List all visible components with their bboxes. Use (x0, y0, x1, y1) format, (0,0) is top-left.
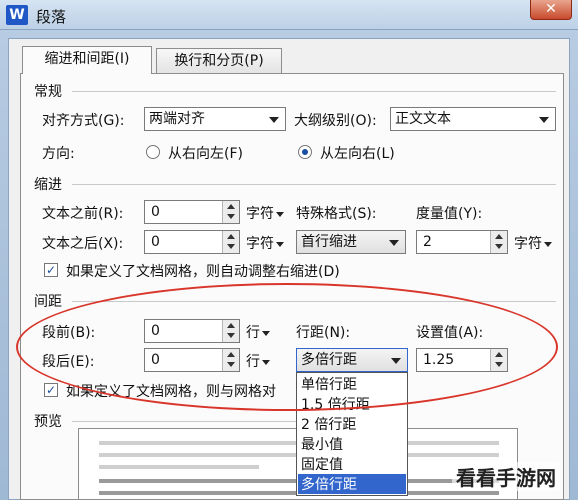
indent-before-value: 0 (151, 204, 160, 220)
spacing-after-value: 0 (151, 352, 160, 368)
spacing-grid-checkbox[interactable]: ✓ (44, 383, 58, 397)
wps-writer-icon: W (6, 5, 28, 25)
spin-down-icon (495, 362, 503, 367)
measure-unit-text: 字符 (514, 236, 542, 252)
caret-down-icon (276, 241, 284, 247)
section-preview-title: 预览 (34, 414, 62, 430)
section-indent-title: 缩进 (34, 177, 62, 193)
spin-up-icon (227, 323, 235, 328)
divider (72, 184, 556, 185)
caret-down-icon (262, 359, 270, 365)
spacing-before-unit[interactable]: 行 (246, 322, 270, 342)
spin-buttons[interactable] (222, 231, 239, 253)
alignment-select[interactable]: 两端对齐 (144, 107, 286, 131)
outline-level-value: 正文文本 (395, 111, 451, 127)
title-bar: W 段落 ✕ (0, 0, 578, 30)
spin-up-icon (495, 352, 503, 357)
spin-buttons[interactable] (490, 231, 507, 253)
line-spacing-label: 行距(N): (296, 325, 351, 341)
chevron-down-icon (269, 117, 279, 123)
caret-down-icon (262, 330, 270, 336)
spin-buttons[interactable] (222, 349, 239, 371)
spin-up-icon (227, 352, 235, 357)
indent-before-unit[interactable]: 字符 (246, 203, 284, 223)
line-spacing-option[interactable]: 单倍行距 (301, 374, 357, 394)
spin-up-icon (227, 234, 235, 239)
line-spacing-dropdown: 单倍行距 1.5 倍行距 2 倍行距 最小值 固定值 多倍行距 (296, 372, 408, 496)
spacing-before-label: 段前(B): (42, 325, 96, 341)
indent-before-unit-text: 字符 (246, 206, 274, 222)
chevron-down-icon (391, 358, 401, 364)
indent-after-unit-text: 字符 (246, 236, 274, 252)
spin-up-icon (495, 234, 503, 239)
divider (72, 301, 556, 302)
divider (72, 421, 296, 422)
tab-indent-spacing[interactable]: 缩进和间距(I) (22, 46, 152, 74)
spacing-after-unit[interactable]: 行 (246, 351, 270, 371)
radio-right-to-left[interactable] (146, 145, 160, 159)
window-title: 段落 (36, 8, 67, 26)
divider (72, 91, 556, 92)
line-spacing-option[interactable]: 固定值 (301, 454, 343, 474)
chevron-down-icon (389, 240, 399, 246)
radio-left-to-right[interactable] (298, 145, 312, 159)
spin-down-icon (495, 244, 503, 249)
line-spacing-select[interactable]: 多倍行距 (296, 348, 408, 372)
direction-label: 方向: (42, 146, 75, 162)
line-spacing-option[interactable]: 1.5 倍行距 (301, 394, 370, 414)
indent-before-label: 文本之前(R): (42, 206, 124, 222)
alignment-label: 对齐方式(G): (42, 113, 125, 129)
spin-down-icon (227, 362, 235, 367)
outline-level-label: 大纲级别(O): (294, 113, 377, 129)
spin-buttons[interactable] (490, 349, 507, 371)
measure-input[interactable]: 2 (416, 230, 508, 254)
indent-after-label: 文本之后(X): (42, 236, 124, 252)
special-format-label: 特殊格式(S): (296, 206, 377, 222)
spacing-before-value: 0 (151, 323, 160, 339)
spacing-after-label: 段后(E): (42, 354, 95, 370)
indent-after-input[interactable]: 0 (144, 230, 240, 254)
spacing-before-input[interactable]: 0 (144, 319, 240, 343)
caret-down-icon (276, 211, 284, 217)
radio-left-to-right-label: 从左向右(L) (320, 146, 395, 162)
indent-after-unit[interactable]: 字符 (246, 233, 284, 253)
set-value-label: 设置值(A): (416, 325, 484, 341)
spacing-grid-checkbox-label: 如果定义了文档网格，则与网格对 (66, 384, 276, 400)
outline-level-select[interactable]: 正文文本 (390, 107, 556, 131)
indent-grid-checkbox-label: 如果定义了文档网格，则自动调整右缩进(D) (66, 264, 340, 280)
special-format-value: 首行缩进 (301, 234, 357, 250)
watermark: 看看手游网 (452, 462, 560, 491)
caret-down-icon (544, 241, 552, 247)
spin-down-icon (227, 214, 235, 219)
measure-value: 2 (423, 234, 432, 250)
line-spacing-option-selected[interactable]: 多倍行距 (298, 474, 406, 494)
chevron-down-icon (539, 117, 549, 123)
spacing-after-unit-text: 行 (246, 354, 260, 370)
spin-down-icon (227, 244, 235, 249)
indent-after-value: 0 (151, 234, 160, 250)
close-button[interactable]: ✕ (530, 0, 572, 20)
line-spacing-value: 多倍行距 (301, 352, 357, 368)
set-value-value: 1.25 (423, 352, 455, 368)
set-value-input[interactable]: 1.25 (416, 348, 508, 372)
measure-unit[interactable]: 字符 (514, 233, 552, 253)
line-spacing-option[interactable]: 2 倍行距 (301, 414, 356, 434)
preview-text-line (99, 465, 259, 469)
spacing-after-input[interactable]: 0 (144, 348, 240, 372)
section-general-title: 常规 (34, 84, 62, 100)
indent-before-input[interactable]: 0 (144, 200, 240, 224)
spin-buttons[interactable] (222, 201, 239, 223)
spin-up-icon (227, 204, 235, 209)
spin-down-icon (227, 333, 235, 338)
section-spacing-title: 间距 (34, 294, 62, 310)
spacing-before-unit-text: 行 (246, 325, 260, 341)
special-format-select[interactable]: 首行缩进 (296, 230, 406, 254)
tab-line-page-breaks[interactable]: 换行和分页(P) (156, 48, 282, 74)
indent-grid-checkbox[interactable]: ✓ (44, 263, 58, 277)
line-spacing-option[interactable]: 最小值 (301, 434, 343, 454)
radio-right-to-left-label: 从右向左(F) (168, 146, 243, 162)
alignment-value: 两端对齐 (149, 111, 205, 127)
measure-label: 度量值(Y): (416, 206, 483, 222)
spin-buttons[interactable] (222, 320, 239, 342)
